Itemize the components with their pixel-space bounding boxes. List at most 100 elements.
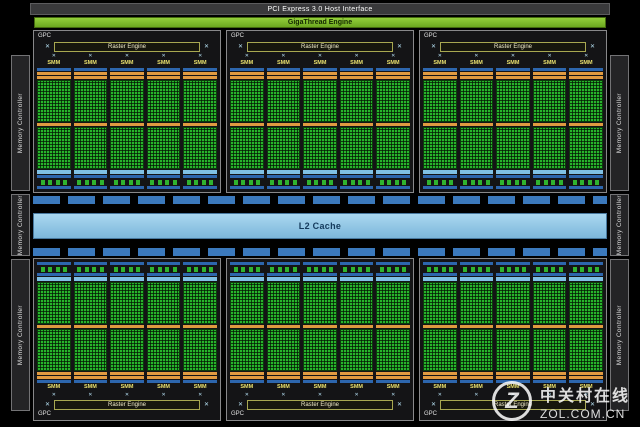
l1-cache-bar	[183, 186, 217, 189]
warp-scheduler-bar	[110, 372, 144, 375]
warp-scheduler-bar	[340, 123, 374, 126]
cuda-cores-grid	[110, 127, 144, 169]
shared-memory-bar	[183, 175, 217, 178]
warp-scheduler-bar	[569, 76, 603, 79]
l1-cache-bar	[230, 186, 264, 189]
sm-label: SMM	[423, 384, 457, 391]
memory-controller-block: Memory Controller	[11, 55, 30, 191]
crossed-arrows-icon: ✕	[45, 402, 50, 408]
sm-unit: ✕ SMM	[533, 262, 567, 398]
register-file-bar	[147, 277, 181, 281]
warp-scheduler-bar	[460, 325, 494, 328]
polymorph-crossed-arrows-icon: ✕	[303, 53, 337, 59]
warp-scheduler-bar	[37, 123, 71, 126]
shared-memory-bar	[376, 175, 410, 178]
texture-units-row	[37, 266, 71, 272]
register-file-bar	[303, 170, 337, 174]
texture-units-row	[533, 266, 567, 272]
instruction-cache-bar	[340, 68, 374, 71]
warp-scheduler-bar	[533, 372, 567, 375]
l1-cache-bar	[267, 186, 301, 189]
texture-unit	[194, 267, 198, 272]
sm-label: SMM	[460, 384, 494, 391]
sm-label: SMM	[376, 60, 410, 67]
texture-unit	[270, 267, 274, 272]
shared-memory-bar	[569, 273, 603, 276]
shared-memory-bar	[74, 175, 108, 178]
gpu-block-diagram: PCI Express 3.0 Host Interface GigaThrea…	[0, 0, 640, 427]
cuda-cores-grid	[147, 282, 181, 324]
register-file-bar	[110, 277, 144, 281]
texture-unit	[285, 180, 289, 185]
sm-label: SMM	[303, 384, 337, 391]
texture-unit	[486, 267, 490, 272]
l1-cache-bar	[533, 262, 567, 265]
sm-label: SMM	[376, 384, 410, 391]
register-file-bar	[37, 277, 71, 281]
register-file-bar	[460, 170, 494, 174]
shared-memory-bar	[496, 175, 530, 178]
texture-unit	[314, 267, 318, 272]
sm-unit: ✕ SMM	[460, 53, 494, 189]
cuda-cores-grid	[340, 329, 374, 371]
sm-label: SMM	[183, 60, 217, 67]
raster-engine-row: ✕ Raster Engine ✕	[37, 399, 217, 410]
texture-unit	[48, 180, 52, 185]
instruction-buffer-bar	[37, 376, 71, 379]
register-file-bar	[423, 277, 457, 281]
warp-scheduler-bar	[110, 76, 144, 79]
texture-unit	[351, 267, 355, 272]
warp-scheduler-bar	[183, 76, 217, 79]
cuda-cores-grid	[423, 80, 457, 122]
cuda-cores-grid	[460, 80, 494, 122]
cuda-cores-grid	[303, 80, 337, 122]
memory-interface-segments-bottom	[33, 248, 607, 256]
instruction-cache-bar	[423, 68, 457, 71]
sm-unit: ✕ SMM	[183, 262, 217, 398]
warp-scheduler-bar	[183, 325, 217, 328]
texture-unit	[256, 267, 260, 272]
sm-label: SMM	[147, 60, 181, 67]
texture-unit	[77, 267, 81, 272]
texture-unit	[121, 267, 125, 272]
texture-units-row	[460, 179, 494, 185]
cuda-cores-grid	[569, 80, 603, 122]
sm-row: ✕ SMM ✕ SMM	[423, 262, 603, 398]
warp-scheduler-bar	[147, 372, 181, 375]
warp-scheduler-bar	[533, 76, 567, 79]
sm-unit: ✕ SMM	[267, 53, 301, 189]
gpc-block: GPC ✕ Raster Engine ✕ ✕ SMM ✕ SMM	[33, 30, 221, 193]
texture-unit	[241, 180, 245, 185]
texture-units-row	[376, 266, 410, 272]
register-file-bar	[147, 170, 181, 174]
polymorph-crossed-arrows-icon: ✕	[230, 53, 264, 59]
instruction-buffer-bar	[110, 72, 144, 75]
sm-unit: ✕ SMM	[340, 262, 374, 398]
texture-unit	[544, 267, 548, 272]
warp-scheduler-bar	[230, 123, 264, 126]
sm-unit: ✕ SMM	[230, 262, 264, 398]
cuda-cores-grid	[267, 329, 301, 371]
texture-unit	[551, 180, 555, 185]
cuda-cores-grid	[183, 329, 217, 371]
gpc-label: GPC	[424, 411, 437, 417]
instruction-buffer-bar	[183, 72, 217, 75]
sm-unit: ✕ SMM	[423, 262, 457, 398]
texture-unit	[270, 180, 274, 185]
warp-scheduler-bar	[569, 123, 603, 126]
warp-scheduler-bar	[303, 123, 337, 126]
register-file-bar	[376, 170, 410, 174]
cuda-cores-grid	[340, 282, 374, 324]
instruction-buffer-bar	[37, 72, 71, 75]
warp-scheduler-bar	[496, 325, 530, 328]
texture-unit	[209, 267, 213, 272]
sm-label: SMM	[37, 384, 71, 391]
cuda-cores-grid	[147, 80, 181, 122]
shared-memory-bar	[340, 273, 374, 276]
instruction-cache-bar	[110, 68, 144, 71]
sm-row: ✕ SMM ✕ SMM	[230, 53, 410, 189]
cuda-cores-grid	[37, 282, 71, 324]
register-file-bar	[183, 170, 217, 174]
texture-unit	[158, 180, 162, 185]
shared-memory-bar	[569, 175, 603, 178]
